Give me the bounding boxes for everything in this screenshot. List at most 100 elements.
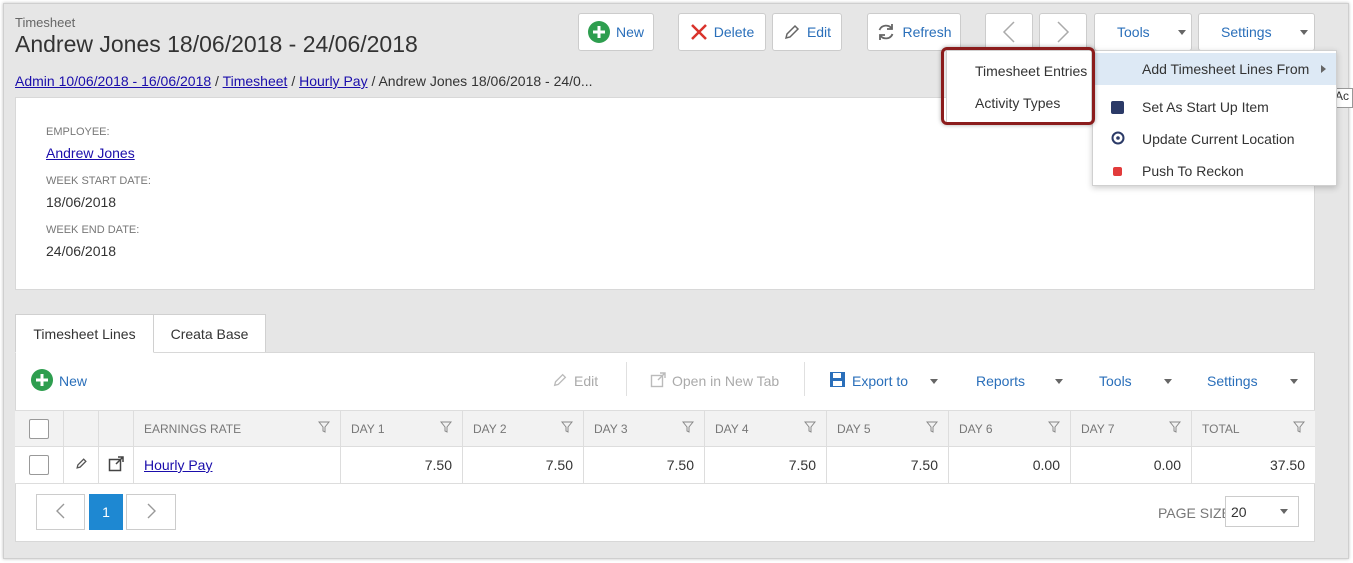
page-subtitle: Timesheet <box>15 15 76 30</box>
new-button-label: New <box>615 24 644 40</box>
page-title: Andrew Jones 18/06/2018 - 24/06/2018 <box>15 31 418 57</box>
breadcrumb-link-timesheet[interactable]: Timesheet <box>223 73 288 89</box>
plus-circle-icon <box>587 21 610 43</box>
menu-item-push-to-reckon[interactable]: Push To Reckon <box>1093 155 1336 187</box>
week-end-label: WEEK END DATE: <box>46 224 140 236</box>
total-cell: 37.50 <box>1191 447 1315 483</box>
employee-link[interactable]: Andrew Jones <box>46 145 135 161</box>
settings-dropdown[interactable]: Settings <box>1198 13 1315 51</box>
filter-icon[interactable] <box>1047 421 1061 436</box>
col-header-day-7[interactable]: DAY 7 <box>1070 411 1191 446</box>
filter-icon[interactable] <box>925 421 939 436</box>
row-edit-cell <box>63 447 98 483</box>
external-link-icon[interactable] <box>108 455 124 475</box>
col-header-day-4[interactable]: DAY 4 <box>704 411 826 446</box>
filter-icon[interactable] <box>317 421 331 436</box>
pencil-icon[interactable] <box>75 457 88 473</box>
day-5-cell: 7.50 <box>826 447 948 483</box>
export-to-dropdown[interactable]: Export to <box>829 371 939 391</box>
filter-icon[interactable] <box>1292 421 1306 436</box>
col-header-day-2[interactable]: DAY 2 <box>462 411 583 446</box>
pager-prev-button[interactable] <box>36 494 85 530</box>
row-open-cell <box>98 447 133 483</box>
menu-item-set-as-start-up-item[interactable]: Set As Start Up Item <box>1093 91 1336 123</box>
earnings-rate-link[interactable]: Hourly Pay <box>144 457 212 473</box>
chevron-left-icon <box>1002 20 1016 44</box>
caret-down-icon <box>1299 29 1308 35</box>
grid-header-row: EARNINGS RATE DAY 1 DAY 2 DAY 3 DAY 4 DA… <box>15 410 1315 447</box>
table-row[interactable]: Hourly Pay 7.50 7.50 7.50 7.50 7.50 0.00… <box>15 447 1315 484</box>
location-icon <box>1111 131 1125 148</box>
day-3-cell: 7.50 <box>583 447 704 483</box>
menu-item-update-current-location[interactable]: Update Current Location <box>1093 123 1336 155</box>
reports-dropdown[interactable]: Reports <box>976 372 1064 390</box>
col-header-earnings-rate[interactable]: EARNINGS RATE <box>133 411 340 446</box>
breadcrumb-link-admin[interactable]: Admin 10/06/2018 - 16/06/2018 <box>15 73 211 89</box>
menu-item-add-timesheet-lines-from[interactable]: Add Timesheet Lines From <box>1093 53 1336 85</box>
edit-button-label: Edit <box>806 24 832 40</box>
refresh-button[interactable]: Refresh <box>867 13 961 51</box>
toolbar-divider <box>804 362 805 396</box>
prev-record-button[interactable] <box>985 13 1033 51</box>
day-6-cell: 0.00 <box>948 447 1070 483</box>
col-header-day-5[interactable]: DAY 5 <box>826 411 948 446</box>
col-header-day-1[interactable]: DAY 1 <box>340 411 462 446</box>
filter-icon[interactable] <box>681 421 695 436</box>
day-4-cell: 7.50 <box>704 447 826 483</box>
tools-dropdown[interactable]: Tools <box>1094 13 1192 51</box>
external-link-icon <box>650 371 666 391</box>
breadcrumb-current: Andrew Jones 18/06/2018 - 24/0... <box>378 73 593 89</box>
select-all-checkbox[interactable] <box>29 418 49 439</box>
filter-icon[interactable] <box>803 421 817 436</box>
breadcrumb-link-hourly-pay[interactable]: Hourly Pay <box>299 73 367 89</box>
next-record-button[interactable] <box>1039 13 1087 51</box>
caret-down-icon <box>1280 509 1288 514</box>
pager-page-1[interactable]: 1 <box>89 494 123 530</box>
grid-tools-dropdown[interactable]: Tools <box>1099 372 1172 390</box>
edit-button[interactable]: Edit <box>772 13 842 51</box>
filter-icon[interactable] <box>1168 421 1182 436</box>
x-icon <box>690 23 708 41</box>
page-size-label: PAGE SIZE <box>1158 505 1231 521</box>
week-end-value: 24/06/2018 <box>46 243 117 259</box>
col-header-day-3[interactable]: DAY 3 <box>583 411 704 446</box>
reckon-icon <box>1113 166 1122 176</box>
annotation-highlight-box <box>941 47 1095 125</box>
grid-settings-dropdown[interactable]: Settings <box>1207 372 1298 390</box>
caret-down-icon <box>1163 378 1172 384</box>
filter-icon[interactable] <box>560 421 574 436</box>
row-select-cell <box>15 447 63 483</box>
col-header-day-6[interactable]: DAY 6 <box>948 411 1070 446</box>
delete-button[interactable]: Delete <box>678 13 766 51</box>
caret-down-icon <box>1055 378 1064 384</box>
tab-creata-base[interactable]: Creata Base <box>153 314 266 353</box>
settings-dropdown-label: Settings <box>1221 24 1272 40</box>
plus-circle-icon <box>31 368 53 394</box>
save-icon <box>829 371 846 391</box>
row-checkbox[interactable] <box>29 455 49 475</box>
caret-down-icon <box>1289 378 1298 384</box>
breadcrumb: Admin 10/06/2018 - 16/06/2018 / Timeshee… <box>15 73 593 89</box>
day-7-cell: 0.00 <box>1070 447 1191 483</box>
caret-down-icon <box>1177 29 1186 35</box>
pencil-icon <box>552 372 568 391</box>
pencil-icon <box>783 23 801 41</box>
grid-new-button[interactable]: New <box>31 368 87 391</box>
open-new-tab-button[interactable]: Open in New Tab <box>650 371 779 391</box>
grid-edit-button[interactable]: Edit <box>552 372 598 390</box>
col-header-total[interactable]: TOTAL <box>1191 411 1315 446</box>
tab-timesheet-lines[interactable]: Timesheet Lines <box>15 314 154 353</box>
page-size-select[interactable]: 20 <box>1225 496 1299 527</box>
caret-down-icon <box>930 378 939 384</box>
refresh-button-label: Refresh <box>902 24 952 40</box>
new-button[interactable]: New <box>578 13 654 51</box>
delete-button-label: Delete <box>713 24 755 40</box>
open-col-header <box>98 411 133 446</box>
refresh-icon <box>876 22 896 42</box>
toolbar-divider <box>626 362 627 396</box>
filter-icon[interactable] <box>439 421 453 436</box>
day-1-cell: 7.50 <box>340 447 462 483</box>
employee-label: EMPLOYEE: <box>46 126 110 138</box>
chevron-right-icon <box>1056 20 1070 44</box>
pager-next-button[interactable] <box>126 494 176 530</box>
